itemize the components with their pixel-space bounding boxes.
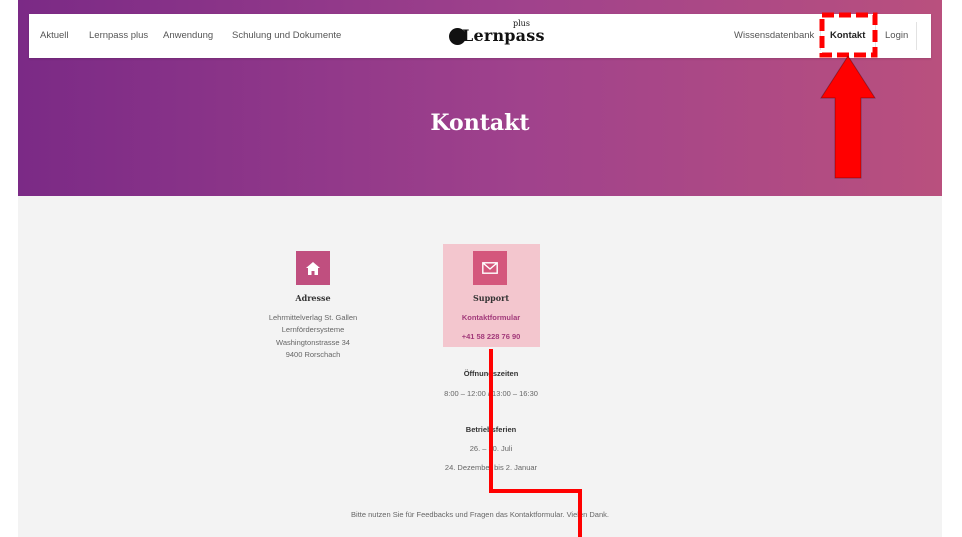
annotation-arrow-icon (820, 55, 876, 179)
annotation-path-line (489, 349, 582, 537)
kontakt-highlight-box (819, 12, 878, 58)
annotation-overlay (489, 12, 878, 537)
